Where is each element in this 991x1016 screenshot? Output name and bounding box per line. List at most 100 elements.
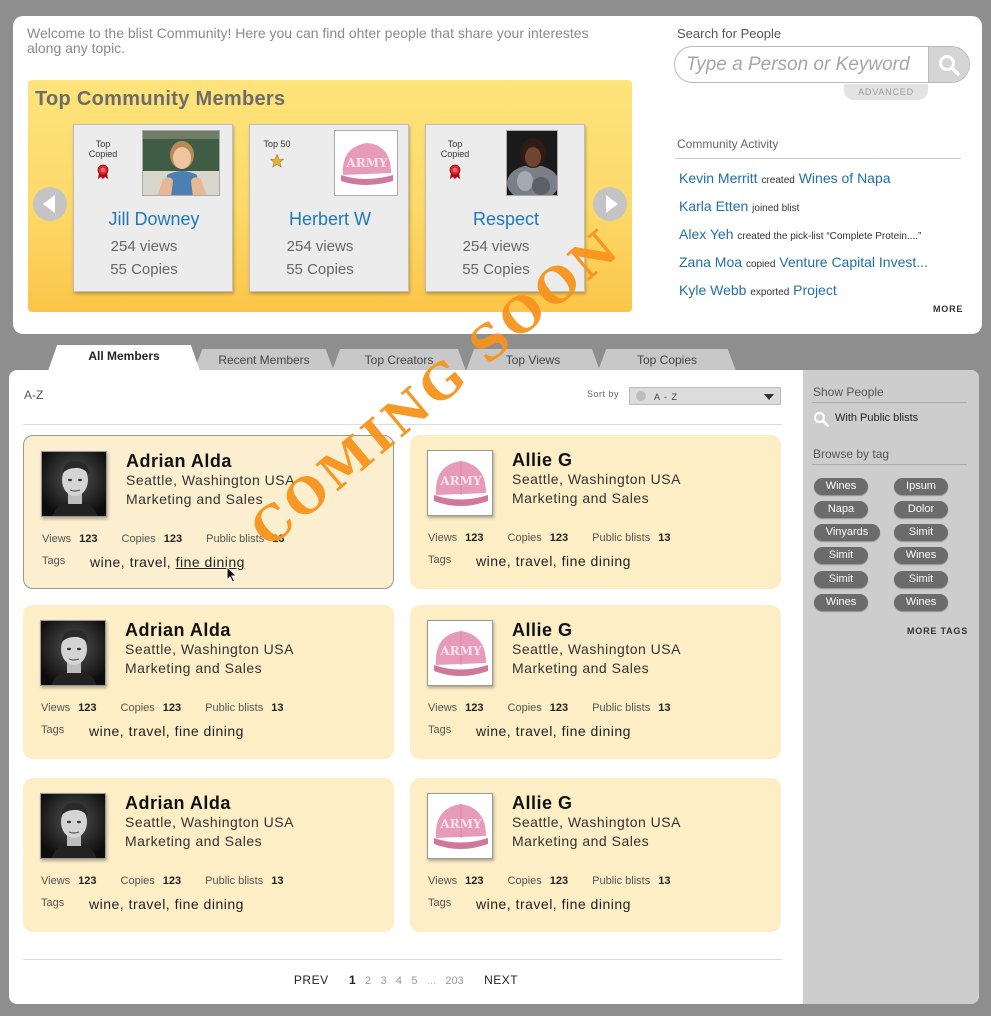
- tab-top-creators[interactable]: Top Creators: [332, 349, 466, 371]
- tab-top-views[interactable]: Top Views: [466, 349, 600, 371]
- featured-badge: Top Copied: [438, 139, 472, 180]
- top-members-carousel: Top Community Members Top Copied Jill Do…: [28, 80, 632, 312]
- member-name[interactable]: Allie G: [512, 620, 573, 641]
- member-card[interactable]: Adrian Alda Seattle, Washington USA Market…: [23, 435, 394, 589]
- tag-link[interactable]: fine dining: [562, 553, 631, 569]
- tag-pill[interactable]: Simit: [814, 547, 868, 564]
- member-card[interactable]: Adrian Alda Seattle, Washington USA Market…: [23, 605, 394, 759]
- member-card[interactable]: Adrian Alda Seattle, Washington USA Market…: [23, 778, 394, 932]
- search-label: Search for People: [677, 26, 782, 41]
- sort-select[interactable]: A - Z: [629, 387, 781, 405]
- activity-user-link[interactable]: Kevin Merritt: [679, 170, 758, 186]
- copies-label: Copies: [121, 533, 156, 545]
- member-name[interactable]: Allie G: [512, 450, 573, 471]
- prev-page-link[interactable]: PREV: [294, 973, 329, 987]
- listing-heading: A-Z: [24, 388, 44, 402]
- activity-verb: exported: [750, 287, 790, 298]
- page-link[interactable]: 4: [396, 975, 402, 987]
- activity-item: Kevin Merritt created Wines of Napa: [679, 170, 891, 186]
- member-name[interactable]: Allie G: [512, 793, 573, 814]
- search-button[interactable]: [928, 47, 969, 82]
- activity-target-link[interactable]: Project: [793, 282, 837, 298]
- featured-member-card[interactable]: Top Copied Respect 254 views 55 Copies: [425, 124, 585, 292]
- tags-text: wine, travel,: [476, 896, 562, 912]
- tag-pill[interactable]: Napa: [814, 501, 868, 518]
- mouse-pointer-icon: [226, 566, 238, 583]
- singer-photo: [506, 130, 558, 196]
- member-name[interactable]: Adrian Alda: [125, 793, 231, 814]
- chevron-down-icon: [764, 394, 774, 400]
- activity-user-link[interactable]: Zana Moa: [679, 254, 742, 270]
- ribbon-medal-icon: [97, 164, 109, 179]
- tags-text: wine, travel,: [89, 723, 175, 739]
- tab-all-members[interactable]: All Members: [48, 345, 200, 371]
- tab-recent-members[interactable]: Recent Members: [194, 349, 334, 371]
- tag-link[interactable]: fine dining: [562, 896, 631, 912]
- search-box: [674, 46, 970, 83]
- member-stats: Views 123 Copies 123 Public blists 13: [428, 702, 670, 714]
- tags-label: Tags: [41, 724, 65, 736]
- search-icon: [939, 54, 960, 76]
- activity-item: Zana Moa copied Venture Capital Invest..…: [679, 254, 928, 270]
- tags-label: Tags: [428, 554, 452, 566]
- member-avatar: [40, 620, 106, 686]
- tag-pill[interactable]: Wines: [894, 594, 948, 611]
- activity-verb: joined blist: [752, 203, 800, 214]
- search-input[interactable]: [686, 47, 922, 82]
- tag-pill[interactable]: Ipsum: [894, 478, 948, 495]
- page-link[interactable]: 5: [411, 975, 417, 987]
- top-members-title: Top Community Members: [35, 88, 286, 110]
- member-location: Seattle, Washington USA: [512, 641, 681, 657]
- featured-member-card[interactable]: Top Copied Jill Downey 254 views 55 Copi…: [73, 124, 233, 292]
- member-card[interactable]: ARMY Allie G Seattle, Washington USA Market…: [410, 605, 781, 759]
- tag-pill[interactable]: Wines: [814, 478, 868, 495]
- tag-link[interactable]: fine dining: [562, 723, 631, 739]
- next-page-link[interactable]: NEXT: [484, 973, 518, 987]
- views-label: Views: [41, 702, 71, 714]
- more-tags-link[interactable]: MORE TAGS: [907, 626, 968, 636]
- tags-label: Tags: [42, 555, 66, 567]
- featured-member-name[interactable]: Jill Downey: [74, 209, 234, 230]
- tag-link[interactable]: fine dining: [175, 896, 244, 912]
- featured-badge: Top Copied: [86, 139, 120, 180]
- member-name[interactable]: Adrian Alda: [126, 451, 232, 472]
- page-link[interactable]: 2: [365, 975, 371, 987]
- advanced-search-button[interactable]: ADVANCED: [844, 84, 928, 100]
- member-card[interactable]: ARMY Allie G Seattle, Washington USA Market…: [410, 778, 781, 932]
- activity-user-link[interactable]: Karla Etten: [679, 198, 748, 214]
- activity-target-link[interactable]: Venture Capital Invest...: [779, 254, 928, 270]
- more-activity-link[interactable]: MORE: [933, 304, 963, 314]
- tag-pill[interactable]: Wines: [814, 594, 868, 611]
- views-label: Views: [428, 702, 458, 714]
- member-name[interactable]: Adrian Alda: [125, 620, 231, 641]
- featured-member-card[interactable]: Top 50 ARMY Herbert W 254 views 55 Copie…: [249, 124, 409, 292]
- tag-pill[interactable]: Wines: [894, 547, 948, 564]
- tag-pill[interactable]: Simit: [814, 571, 868, 588]
- carousel-prev-arrow-icon[interactable]: [33, 187, 67, 221]
- activity-target-link[interactable]: Wines of Napa: [799, 170, 891, 186]
- member-tags: wine, travel, fine dining: [476, 896, 631, 912]
- public-blists-count: 13: [272, 533, 285, 545]
- views-count: 123: [78, 702, 97, 714]
- tag-pill[interactable]: Vinyards: [814, 524, 880, 541]
- carousel-next-arrow-icon[interactable]: [593, 187, 627, 221]
- page-link[interactable]: 3: [380, 975, 386, 987]
- featured-member-name[interactable]: Herbert W: [250, 209, 410, 230]
- member-card[interactable]: ARMY Allie G Seattle, Washington USA Market…: [410, 435, 781, 589]
- views-label: Views: [42, 533, 72, 545]
- activity-user-link[interactable]: Kyle Webb: [679, 282, 746, 298]
- divider: [812, 402, 967, 403]
- page-link[interactable]: 203: [445, 975, 463, 987]
- tag-pill[interactable]: Dolor: [894, 501, 948, 518]
- tag-pill[interactable]: Simit: [894, 571, 948, 588]
- activity-user-link[interactable]: Alex Yeh: [679, 226, 734, 242]
- views-count: 123: [465, 875, 484, 887]
- page-link[interactable]: 1: [349, 973, 356, 987]
- tag-link[interactable]: fine dining: [175, 723, 244, 739]
- featured-member-name[interactable]: Respect: [426, 209, 586, 230]
- tag-pill[interactable]: Simit: [894, 524, 948, 541]
- member-department: Marketing and Sales: [125, 833, 263, 849]
- community-activity-title: Community Activity: [677, 137, 779, 151]
- tab-top-copies[interactable]: Top Copies: [598, 349, 736, 371]
- show-people-title: Show People: [813, 385, 884, 399]
